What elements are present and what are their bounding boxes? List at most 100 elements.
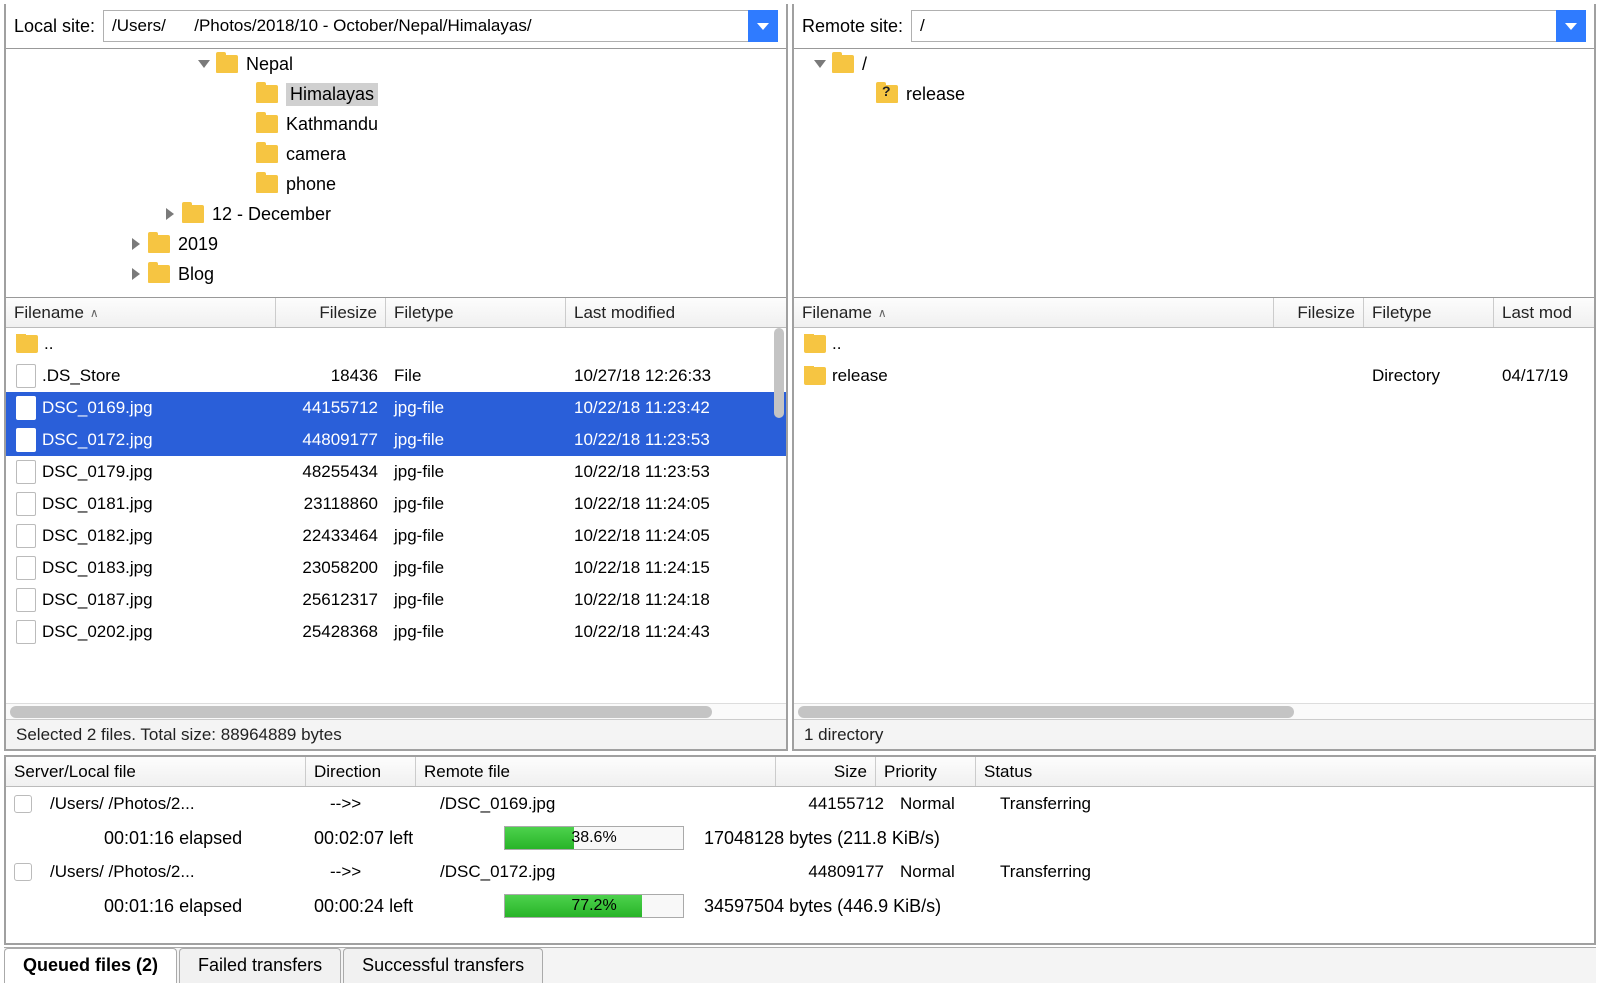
disclosure-icon[interactable] (856, 86, 872, 102)
tree-item[interactable]: Kathmandu (6, 109, 786, 139)
col-filename[interactable]: Filename (14, 303, 84, 323)
disclosure-icon[interactable] (196, 56, 212, 72)
disclosure-icon[interactable] (236, 116, 252, 132)
transfer-row[interactable]: /Users/ /Photos/2...-->>/DSC_0169.jpg441… (6, 787, 1594, 821)
transfer-remote-path: /DSC_0169.jpg (432, 794, 792, 814)
file-row[interactable]: .DS_Store18436File10/27/18 12:26:33 (6, 360, 786, 392)
chevron-down-icon (1565, 23, 1577, 30)
file-row[interactable]: DSC_0187.jpg25612317jpg-file10/22/18 11:… (6, 584, 786, 616)
transfer-queue: Server/Local file Direction Remote file … (4, 755, 1596, 945)
tree-item[interactable]: 2019 (6, 229, 786, 259)
transfer-checkbox[interactable] (14, 795, 32, 813)
remote-path-dropdown[interactable] (1556, 10, 1586, 42)
disclosure-icon[interactable] (128, 266, 144, 282)
elapsed-time: 00:01:16 elapsed (104, 896, 314, 917)
local-file-header[interactable]: Filename∧ Filesize Filetype Last modifie… (6, 298, 786, 328)
file-row[interactable]: .. (6, 328, 786, 360)
disclosure-icon[interactable] (812, 56, 828, 72)
transfer-priority: Normal (892, 794, 992, 814)
file-type: jpg-file (386, 494, 566, 514)
col-lastmod[interactable]: Last modified (574, 303, 675, 323)
file-row[interactable]: DSC_0172.jpg44809177jpg-file10/22/18 11:… (6, 424, 786, 456)
col-status[interactable]: Status (976, 757, 1176, 786)
file-size: 25428368 (276, 622, 386, 642)
file-icon (16, 588, 36, 612)
remote-h-scrollbar[interactable] (794, 703, 1594, 719)
file-row[interactable]: releaseDirectory04/17/19 (794, 360, 1594, 392)
remote-file-header[interactable]: Filename∧ Filesize Filetype Last mod (794, 298, 1594, 328)
tree-item[interactable]: Himalayas (6, 79, 786, 109)
remote-site-label: Remote site: (802, 16, 903, 37)
local-tree[interactable]: Nepal Himalayas Kathmandu camera phone 12 - D… (6, 48, 786, 298)
tree-item-label: Kathmandu (286, 114, 378, 135)
file-row[interactable]: DSC_0202.jpg25428368jpg-file10/22/18 11:… (6, 616, 786, 648)
col-direction[interactable]: Direction (306, 757, 416, 786)
local-path-dropdown[interactable] (748, 10, 778, 42)
col-filename[interactable]: Filename (802, 303, 872, 323)
progress-bar: 77.2% (504, 894, 684, 918)
file-size: 44155712 (276, 398, 386, 418)
disclosure-icon[interactable] (236, 146, 252, 162)
remote-path-input[interactable] (911, 10, 1556, 42)
file-row[interactable]: .. (794, 328, 1594, 360)
col-server-local-file[interactable]: Server/Local file (6, 757, 306, 786)
file-name: DSC_0202.jpg (42, 622, 153, 642)
col-filetype[interactable]: Filetype (394, 303, 454, 323)
file-name: .. (832, 334, 841, 354)
file-name: DSC_0182.jpg (42, 526, 153, 546)
local-status: Selected 2 files. Total size: 88964889 b… (6, 719, 786, 749)
col-remote-file[interactable]: Remote file (416, 757, 776, 786)
file-row[interactable]: DSC_0181.jpg23118860jpg-file10/22/18 11:… (6, 488, 786, 520)
disclosure-icon[interactable] (162, 206, 178, 222)
transfer-status: Transferring (992, 862, 1192, 882)
transfer-local-path: /Users/ /Photos/2... (42, 862, 322, 882)
transfer-row[interactable]: /Users/ /Photos/2...-->>/DSC_0172.jpg448… (6, 855, 1594, 889)
folder-icon (804, 335, 826, 353)
local-file-list[interactable]: ...DS_Store18436File10/27/18 12:26:33DSC… (6, 328, 786, 703)
tree-item[interactable]: 12 - December (6, 199, 786, 229)
elapsed-time: 00:01:16 elapsed (104, 828, 314, 849)
transfer-checkbox[interactable] (14, 863, 32, 881)
tab-failed-transfers[interactable]: Failed transfers (179, 948, 341, 983)
remote-file-list[interactable]: .. releaseDirectory04/17/19 (794, 328, 1594, 703)
file-icon (16, 524, 36, 548)
disclosure-icon[interactable] (128, 236, 144, 252)
file-size: 18436 (276, 366, 386, 386)
tree-item-label: Himalayas (286, 83, 378, 106)
col-filesize[interactable]: Filesize (319, 303, 377, 323)
file-row[interactable]: DSC_0169.jpg44155712jpg-file10/22/18 11:… (6, 392, 786, 424)
tree-item[interactable]: Blog (6, 259, 786, 289)
col-lastmod[interactable]: Last mod (1502, 303, 1572, 323)
file-icon (16, 620, 36, 644)
file-row[interactable]: DSC_0179.jpg48255434jpg-file10/22/18 11:… (6, 456, 786, 488)
file-row[interactable]: DSC_0183.jpg23058200jpg-file10/22/18 11:… (6, 552, 786, 584)
tree-item-label: release (906, 84, 965, 105)
tree-item-label: camera (286, 144, 346, 165)
file-name: .. (44, 334, 53, 354)
col-filesize[interactable]: Filesize (1297, 303, 1355, 323)
tree-item-label: 12 - December (212, 204, 331, 225)
file-size: 44809177 (276, 430, 386, 450)
col-filetype[interactable]: Filetype (1372, 303, 1432, 323)
disclosure-icon[interactable] (236, 86, 252, 102)
tab-successful-transfers[interactable]: Successful transfers (343, 948, 543, 983)
disclosure-icon[interactable] (236, 176, 252, 192)
tree-item[interactable]: camera (6, 139, 786, 169)
tree-item[interactable]: release (794, 79, 1594, 109)
local-h-scrollbar[interactable] (6, 703, 786, 719)
col-priority[interactable]: Priority (876, 757, 976, 786)
tree-item[interactable]: / (794, 49, 1594, 79)
tree-item[interactable]: Nepal (6, 49, 786, 79)
folder-icon (256, 175, 278, 193)
file-type: jpg-file (386, 622, 566, 642)
remote-tree[interactable]: / release (794, 48, 1594, 298)
local-path-input[interactable] (103, 10, 748, 42)
transfer-header[interactable]: Server/Local file Direction Remote file … (6, 757, 1594, 787)
tree-item-label: Nepal (246, 54, 293, 75)
chevron-down-icon (757, 23, 769, 30)
transfer-progress-row: 00:01:16 elapsed00:00:24 left77.2%345975… (6, 889, 1594, 923)
tree-item[interactable]: phone (6, 169, 786, 199)
col-size[interactable]: Size (776, 757, 876, 786)
file-row[interactable]: DSC_0182.jpg22433464jpg-file10/22/18 11:… (6, 520, 786, 552)
tab-queued-files[interactable]: Queued files (2) (4, 948, 177, 983)
